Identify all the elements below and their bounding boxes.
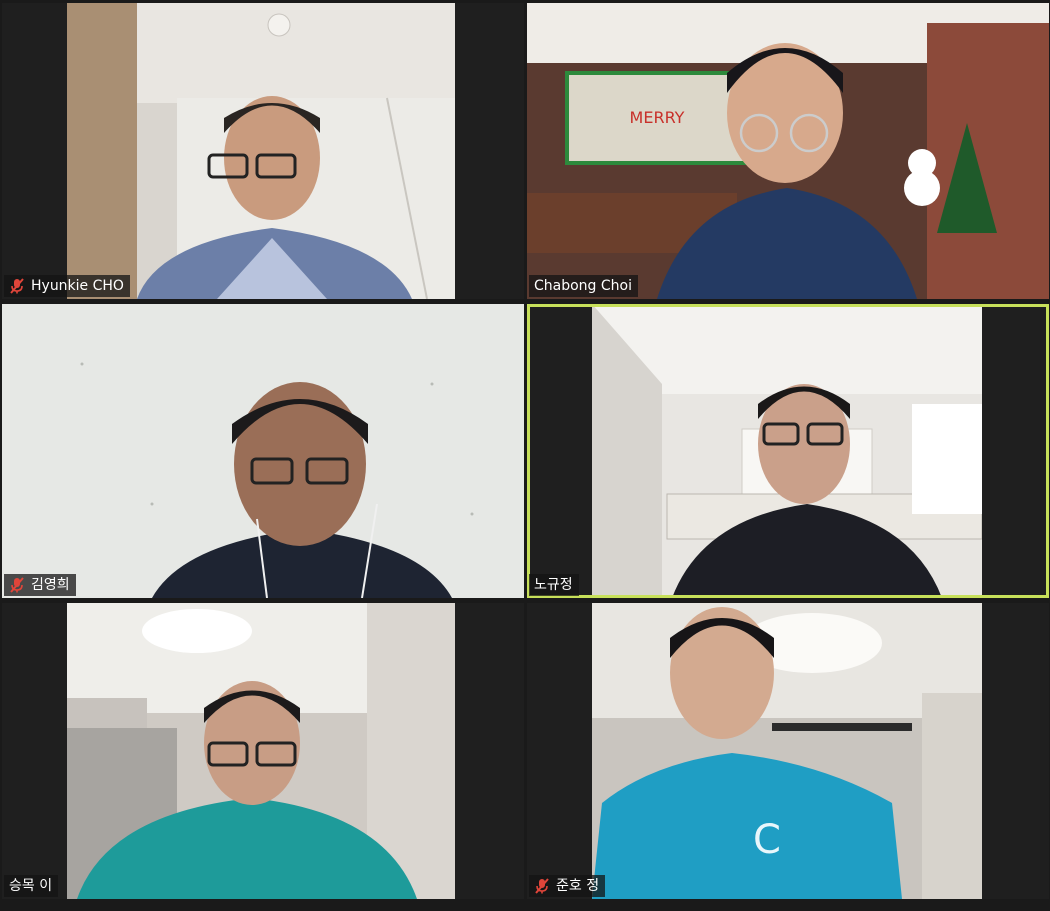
participant-video: [67, 603, 455, 899]
participant-name: 김영희: [31, 577, 70, 593]
participant-video: [2, 304, 524, 598]
participant-video: C: [592, 603, 982, 899]
participant-tile[interactable]: 김영희: [2, 304, 524, 598]
participant-tile-active-speaker[interactable]: 노규정: [527, 304, 1049, 598]
muted-mic-icon: [10, 577, 24, 593]
svg-text:MERRY: MERRY: [630, 108, 685, 127]
participant-name-label: Hyunkie CHO: [4, 275, 130, 297]
participant-tile[interactable]: C 준호 정: [527, 603, 1049, 899]
participant-tile[interactable]: 승목 이: [2, 603, 524, 899]
participant-name-label: 노규정: [529, 574, 579, 596]
participant-name: 준호 정: [556, 878, 600, 894]
participant-name: Hyunkie CHO: [31, 278, 124, 294]
participant-video: [67, 3, 455, 299]
participant-video: MERRY: [527, 3, 1049, 299]
muted-mic-icon: [535, 878, 549, 894]
participant-name: Chabong Choi: [534, 278, 632, 294]
participant-name-label: 김영희: [4, 574, 76, 596]
muted-mic-icon: [10, 278, 24, 294]
participant-name-label: 준호 정: [529, 875, 606, 897]
participant-name-label: 승목 이: [4, 875, 59, 897]
svg-text:C: C: [753, 817, 781, 863]
participant-tile[interactable]: Hyunkie CHO: [2, 3, 524, 299]
participant-video: [592, 304, 982, 598]
participant-tile[interactable]: MERRY Chabong Choi: [527, 3, 1049, 299]
participant-name: 노규정: [534, 577, 573, 593]
participant-name: 승목 이: [9, 878, 53, 894]
video-gallery: Hyunkie CHO MERRY Chabong Choi 김영희 노규정 승…: [0, 0, 1050, 911]
participant-name-label: Chabong Choi: [529, 275, 638, 297]
